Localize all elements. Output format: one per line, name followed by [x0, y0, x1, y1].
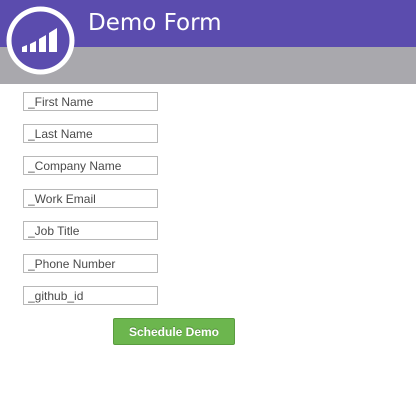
first-name-field[interactable] [23, 92, 158, 111]
bar-chart-logo-icon [5, 5, 76, 76]
phone-number-field[interactable] [23, 254, 158, 273]
company-name-field[interactable] [23, 156, 158, 175]
last-name-field[interactable] [23, 124, 158, 143]
schedule-demo-button[interactable]: Schedule Demo [113, 318, 235, 345]
job-title-field[interactable] [23, 221, 158, 240]
page-title: Demo Form [88, 10, 222, 36]
work-email-field[interactable] [23, 189, 158, 208]
demo-form-page: Demo Form Schedule Demo [0, 0, 416, 413]
github-id-field[interactable] [23, 286, 158, 305]
